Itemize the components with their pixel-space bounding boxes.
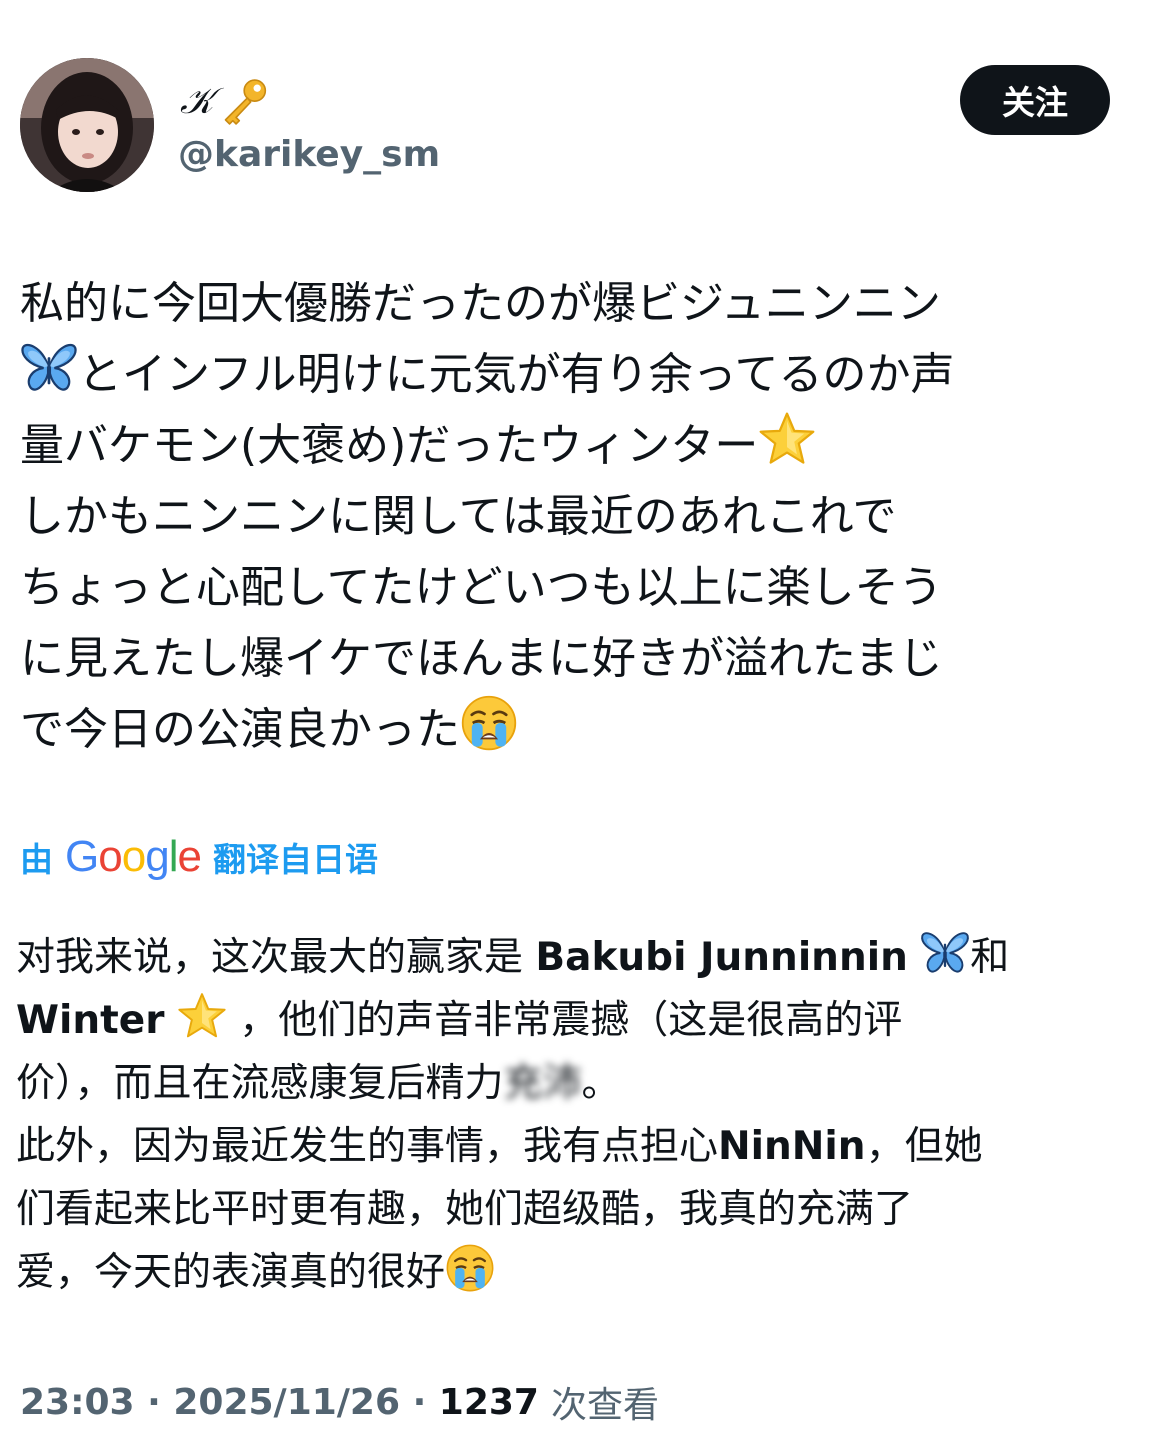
translated-line: 爱，今天的表演真的很好 (16, 1241, 1136, 1304)
tweet-line: ちょっと心配してたけどいつも以上に楽しそう (20, 562, 943, 613)
avatar[interactable] (20, 58, 154, 192)
tweet-line: とインフル明けに元気が有り余ってるのか声 (78, 349, 955, 400)
tweet-meta: 23:03 · 2025/11/26 · 1237 次查看 (20, 1374, 659, 1430)
follow-button[interactable]: 关注 (960, 65, 1110, 135)
google-logo-letter: o (121, 832, 147, 881)
key-icon (225, 79, 267, 125)
google-logo: Google (65, 832, 202, 882)
translation-prefix: 由 (20, 840, 53, 879)
translated-line: 价），而且在流感康复后精力充沛。 (16, 1052, 1136, 1115)
butterfly-emoji (20, 339, 78, 397)
star-emoji (758, 410, 816, 468)
tweet-line: しかもニンニンに関しては最近のあれこれで (20, 491, 897, 542)
user-handle[interactable]: @karikey_sm (178, 134, 440, 175)
translated-line: 对我来说，这次最大的赢家是 Bakubi Junninnin 和 (16, 926, 1136, 989)
translated-line: Winter ，他们的声音非常震撼（这是很高的评 (16, 989, 1136, 1052)
meta-separator: · (400, 1381, 439, 1423)
meta-separator: · (134, 1381, 174, 1423)
text-span: ，他们的声音非常震撼（这是很高的评 (239, 998, 903, 1043)
translated-line: 们看起来比平时更有趣，她们超级酷，我真的充满了 (16, 1178, 1136, 1241)
translation-attribution[interactable]: 由 Google 翻译自日语 (20, 830, 378, 884)
text-span: Winter (16, 998, 165, 1043)
display-name: 𝒦 (180, 81, 214, 122)
crying-face-emoji (445, 1243, 495, 1293)
tweet-text: 私的に今回大優勝だったのが爆ビジュニンニン とインフル明けに元気が有り余ってるの… (20, 268, 1135, 765)
translation-suffix: 翻译自日语 (212, 840, 378, 879)
tweet-line: 量バケモン(大褒め)だったウィンター (20, 420, 759, 471)
text-span: Bakubi Junninnin (535, 935, 908, 980)
views-count[interactable]: 1237 (439, 1382, 539, 1423)
text-span: 此外，因为最近发生的事情，我有点担心 (16, 1124, 719, 1169)
text-span: 价），而且在流感康复后精力 (16, 1061, 504, 1106)
tweet-line: 私的に今回大優勝だったのが爆ビジュニンニン (20, 278, 941, 329)
text-span: 爱，今天的表演真的很好 (16, 1250, 446, 1295)
text-span: 。 (581, 1061, 621, 1106)
text-span: NinNin (718, 1124, 866, 1169)
google-logo-letter: o (98, 832, 123, 881)
tweet-line: に見えたし爆イケでほんまに好きが溢れたまじ (20, 633, 943, 684)
crying-face-emoji (460, 694, 518, 752)
text-span: 对我来说，这次最大的赢家是 (16, 935, 536, 980)
blurred-text: 充沛 (503, 1061, 582, 1106)
butterfly-emoji (920, 928, 970, 978)
display-name-row[interactable]: 𝒦 (180, 76, 271, 128)
google-logo-letter: g (145, 832, 170, 881)
tweet-header: 𝒦 @karikey_sm 关注 (20, 58, 1140, 198)
translated-text: 对我来说，这次最大的赢家是 Bakubi Junninnin 和 Winter … (16, 926, 1136, 1304)
tweet-line: で今日の公演良かった (20, 704, 460, 755)
star-emoji (177, 991, 227, 1041)
views-label: 次查看 (550, 1385, 659, 1426)
text-span: ，但她 (865, 1124, 983, 1169)
translated-line: 此外，因为最近发生的事情，我有点担心NinNin，但她 (16, 1115, 1136, 1178)
tweet-date[interactable]: 2025/11/26 (173, 1382, 400, 1423)
text-span: 们看起来比平时更有趣，她们超级酷，我真的充满了 (16, 1187, 914, 1232)
google-logo-letter: e (177, 832, 202, 881)
google-logo-letter: G (65, 832, 99, 881)
tweet-time[interactable]: 23:03 (20, 1382, 135, 1423)
text-span: 和 (970, 935, 1010, 980)
